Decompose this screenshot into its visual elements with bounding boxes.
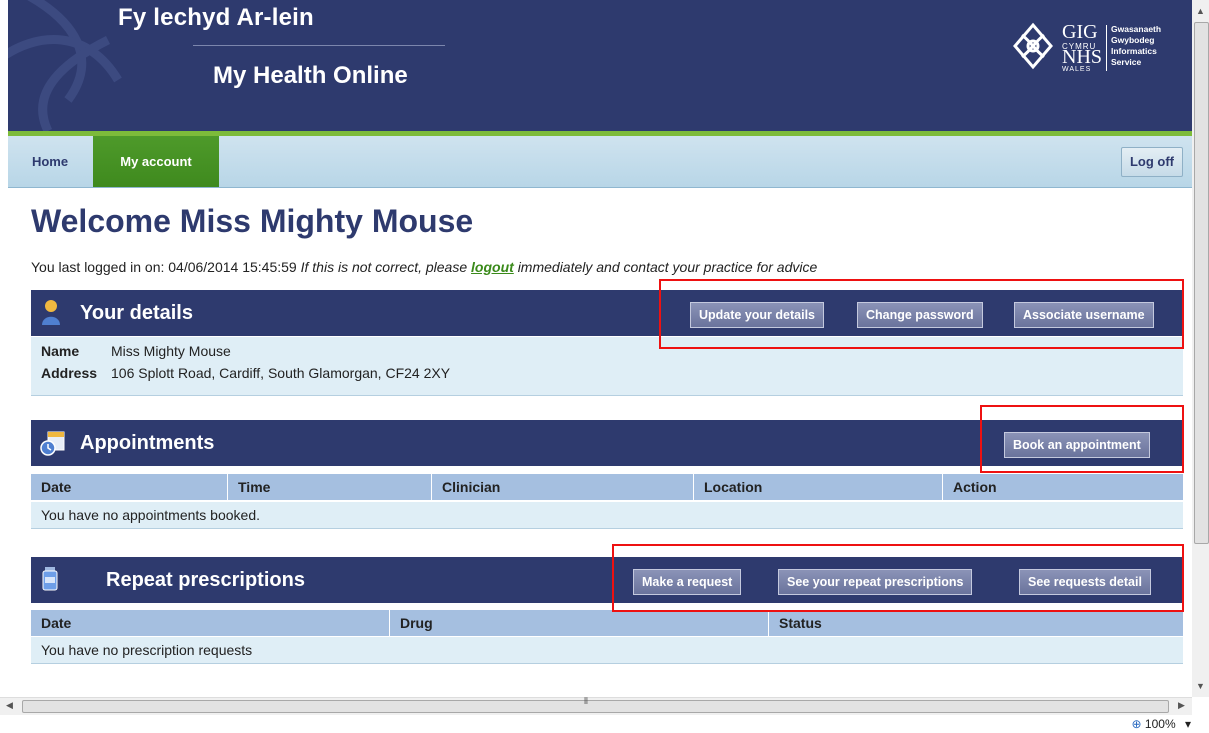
- detail-address-value: 106 Splott Road, Cardiff, South Glamorga…: [111, 365, 451, 381]
- appointments-empty-row: You have no appointments booked.: [31, 502, 1183, 529]
- column-clinician: Clinician: [442, 479, 501, 495]
- vertical-scroll-thumb[interactable]: [1194, 22, 1209, 544]
- logo-wales-text: WALES: [1062, 66, 1092, 73]
- highlight-box-book-button: [980, 405, 1184, 473]
- column-divider: [942, 474, 943, 500]
- last-login-text: You last logged in on: 04/06/2014 15:45:…: [31, 259, 297, 275]
- site-header: Fy lechyd Ar-lein My Health Online GIG C…: [8, 0, 1192, 131]
- logout-link[interactable]: logout: [471, 259, 514, 275]
- column-divider: [389, 610, 390, 636]
- logo-nhs-text: NHS: [1062, 46, 1103, 68]
- detail-name-row: Name Miss Mighty Mouse: [41, 343, 231, 359]
- zoom-level: 100%: [1144, 717, 1176, 731]
- scroll-grip-icon: ⦀: [584, 696, 588, 706]
- logo-service-line: Service: [1111, 57, 1142, 67]
- appointments-column-header: Date Time Clinician Location Action: [31, 474, 1183, 500]
- main-nav: Home My account Log off: [8, 136, 1192, 188]
- prescriptions-title: Repeat prescriptions: [106, 569, 305, 591]
- logo-service-line: Informatics: [1111, 46, 1157, 56]
- column-divider: [768, 610, 769, 636]
- prescriptions-empty-row: You have no prescription requests: [31, 637, 1183, 664]
- logoff-button[interactable]: Log off: [1120, 147, 1183, 177]
- horizontal-scroll-thumb[interactable]: [22, 700, 1169, 713]
- highlight-box-prescription-buttons: [612, 544, 1184, 612]
- page: Fy lechyd Ar-lein My Health Online GIG C…: [0, 0, 1192, 697]
- prescriptions-column-header: Date Drug Status: [31, 610, 1183, 636]
- chevron-down-icon[interactable]: ▾: [1185, 717, 1191, 731]
- column-date: Date: [41, 479, 72, 495]
- medicine-bottle-icon: [42, 567, 58, 591]
- column-divider: [431, 474, 432, 500]
- column-divider: [227, 474, 228, 500]
- nhs-emblem-icon: [1013, 22, 1053, 70]
- detail-address-label: Address: [41, 365, 98, 381]
- last-login-warning: If this is not correct, please: [300, 259, 468, 275]
- page-title: Welcome Miss Mighty Mouse: [31, 203, 474, 239]
- column-time: Time: [238, 479, 271, 495]
- column-drug: Drug: [400, 615, 433, 631]
- highlight-box-details-buttons: [659, 279, 1184, 349]
- appointments-title: Appointments: [80, 432, 215, 454]
- vertical-scrollbar[interactable]: ▲ ▼: [1192, 0, 1209, 697]
- title-divider: [193, 45, 445, 46]
- zoom-icon: ⊕: [1131, 717, 1142, 731]
- scroll-right-icon[interactable]: ▶: [1178, 700, 1185, 711]
- your-details-title: Your details: [80, 302, 193, 324]
- column-divider: [693, 474, 694, 500]
- column-date: Date: [41, 615, 72, 631]
- scroll-up-icon[interactable]: ▲: [1196, 6, 1205, 16]
- last-login-notice: You last logged in on: 04/06/2014 15:45:…: [31, 259, 817, 275]
- horizontal-scrollbar[interactable]: ◀ ⦀ ▶: [0, 696, 1192, 715]
- scroll-left-icon[interactable]: ◀: [6, 700, 13, 711]
- column-status: Status: [779, 615, 822, 631]
- zoom-control[interactable]: ⊕ 100% ▾: [1132, 717, 1191, 731]
- detail-name-label: Name: [41, 343, 80, 359]
- detail-name-value: Miss Mighty Mouse: [111, 343, 231, 359]
- logo-divider: [1106, 25, 1107, 71]
- prescriptions-empty-message: You have no prescription requests: [41, 642, 253, 658]
- logo-gig-text: GIG: [1062, 21, 1098, 43]
- logo-service-text: Gwasanaeth Gwybodeg Informatics Service: [1111, 24, 1161, 68]
- nhs-wales-logo: GIG CYMRU NHS WALES Gwasanaeth Gwybodeg …: [1010, 22, 1182, 76]
- last-login-warning-tail: immediately and contact your practice fo…: [517, 259, 818, 275]
- site-title-english: My Health Online: [213, 62, 408, 89]
- tab-my-account[interactable]: My account: [93, 136, 219, 187]
- scroll-down-icon[interactable]: ▼: [1196, 681, 1205, 691]
- person-icon: [42, 300, 60, 325]
- tab-home[interactable]: Home: [8, 136, 92, 187]
- logo-service-line: Gwybodeg: [1111, 35, 1155, 45]
- site-title-welsh: Fy lechyd Ar-lein: [118, 4, 314, 31]
- detail-address-row: Address 106 Splott Road, Cardiff, South G…: [41, 365, 450, 381]
- column-action: Action: [953, 479, 997, 495]
- browser-status-bar: ⊕ 100% ▾: [0, 715, 1209, 733]
- calendar-clock-icon: [40, 431, 65, 456]
- appointments-empty-message: You have no appointments booked.: [41, 507, 260, 523]
- logo-service-line: Gwasanaeth: [1111, 24, 1162, 34]
- column-location: Location: [704, 479, 763, 495]
